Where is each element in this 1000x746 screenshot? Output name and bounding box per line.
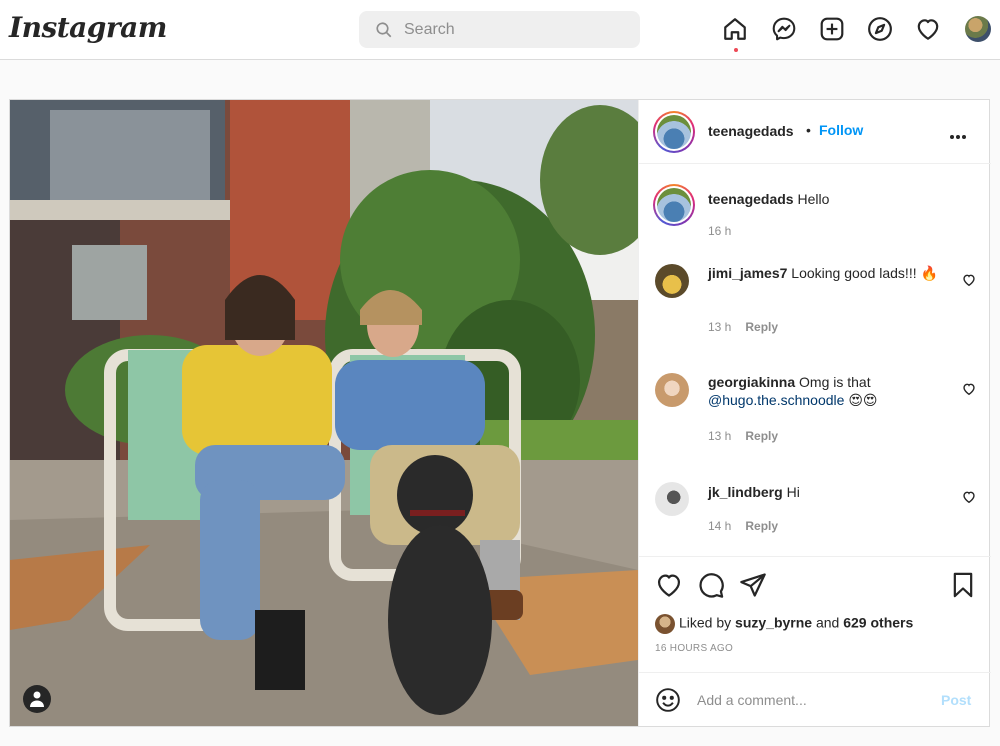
activity-heart-icon[interactable]	[915, 16, 943, 44]
likes-prefix: Liked by	[679, 614, 732, 631]
comment-text: jimi_james7 Looking good lads!!! 🔥	[708, 264, 948, 282]
follow-button[interactable]: Follow	[819, 122, 863, 138]
nav-icons	[0, 16, 1000, 52]
post-sidebar: teenagedads • Follow teenagedads Hello 1…	[638, 100, 991, 726]
like-comment-heart-icon[interactable]	[962, 273, 976, 287]
messenger-icon[interactable]	[771, 16, 799, 44]
caption-body: Hello	[797, 191, 830, 207]
caption-meta: 16 h	[708, 224, 731, 238]
share-paper-plane-icon[interactable]	[739, 571, 767, 599]
comment-body: Hi	[786, 484, 800, 500]
home-icon[interactable]	[722, 16, 750, 52]
caption-text: teenagedads Hello	[708, 190, 948, 208]
post-card: teenagedads • Follow teenagedads Hello 1…	[9, 99, 991, 727]
reply-button[interactable]: Reply	[745, 320, 778, 334]
comment-username[interactable]: jk_lindberg	[708, 484, 783, 500]
likes-summary: Liked by suzy_byrne and 629 others	[655, 614, 913, 634]
post-header: teenagedads • Follow	[639, 100, 991, 164]
comment-mention-link[interactable]: @hugo.the.schnoodle	[708, 392, 844, 408]
caption-avatar[interactable]	[653, 184, 695, 226]
comment-body: Looking good lads!!! 🔥	[791, 265, 938, 281]
liker-username[interactable]: suzy_byrne	[735, 615, 812, 631]
comments-list: teenagedads Hello 16 h jimi_james7 Looki…	[639, 164, 991, 556]
comment-avatar[interactable]	[655, 373, 689, 407]
post-timestamp[interactable]: 16 HOURS AGO	[655, 643, 733, 654]
author-username[interactable]: teenagedads	[708, 123, 794, 139]
post-actions: Liked by suzy_byrne and 629 others 16 HO…	[639, 556, 991, 726]
profile-avatar[interactable]	[965, 16, 991, 42]
caption-time[interactable]: 16 h	[708, 224, 731, 238]
new-post-icon[interactable]	[819, 16, 847, 44]
comment-bubble-icon[interactable]	[697, 571, 725, 599]
emoji-icon[interactable]	[655, 687, 681, 713]
add-comment-input[interactable]	[697, 689, 927, 711]
liker-avatar[interactable]	[655, 614, 675, 634]
tagged-users-button[interactable]	[23, 685, 51, 713]
likes-joiner: and	[815, 614, 840, 631]
comment-time[interactable]: 13 h	[708, 320, 731, 334]
add-comment-bar: Post	[639, 672, 991, 727]
comment-emoji: 😍😍	[848, 392, 878, 408]
comment-username[interactable]: jimi_james7	[708, 265, 787, 281]
author-avatar[interactable]	[653, 111, 695, 153]
post-comment-button[interactable]: Post	[941, 692, 971, 708]
reply-button[interactable]: Reply	[745, 519, 778, 533]
caption-username[interactable]: teenagedads	[708, 191, 794, 207]
home-active-dot	[734, 48, 738, 52]
photo-scene	[10, 100, 638, 726]
comment-time[interactable]: 13 h	[708, 429, 731, 443]
comment-avatar[interactable]	[655, 264, 689, 298]
post-photo[interactable]	[10, 100, 638, 726]
header-separator: •	[806, 122, 811, 138]
comment-meta: 14 h Reply	[708, 519, 778, 533]
comment-meta: 13 h Reply	[708, 320, 778, 334]
like-comment-heart-icon[interactable]	[962, 382, 976, 396]
comment-text: georgiakinna Omg is that @hugo.the.schno…	[708, 373, 948, 409]
likes-others-link[interactable]: 629 others	[843, 615, 913, 631]
comment-body: Omg is that	[799, 374, 871, 390]
top-navigation-bar: Instagram	[0, 0, 1000, 60]
like-comment-heart-icon[interactable]	[962, 490, 976, 504]
like-heart-icon[interactable]	[655, 571, 683, 599]
comment-meta: 13 h Reply	[708, 429, 778, 443]
reply-button[interactable]: Reply	[745, 429, 778, 443]
explore-icon[interactable]	[867, 16, 895, 44]
comment-time[interactable]: 14 h	[708, 519, 731, 533]
save-bookmark-icon[interactable]	[949, 571, 977, 599]
user-icon	[30, 691, 44, 707]
comment-username[interactable]: georgiakinna	[708, 374, 795, 390]
comment-text: jk_lindberg Hi	[708, 483, 948, 501]
comment-avatar[interactable]	[655, 482, 689, 516]
more-options-icon[interactable]	[950, 126, 972, 139]
